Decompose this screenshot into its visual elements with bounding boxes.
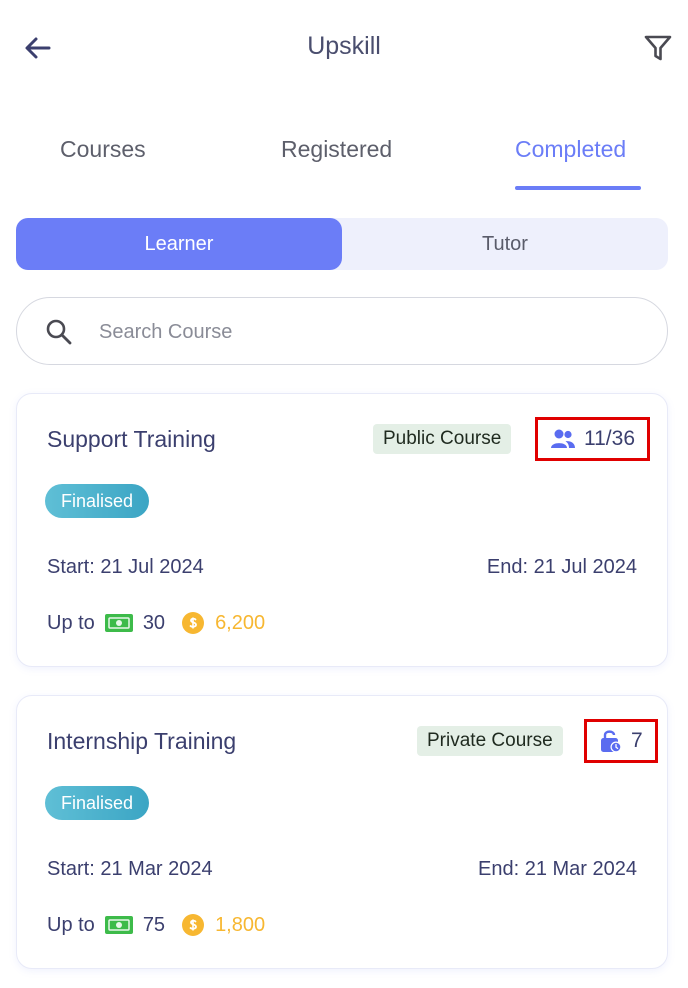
app-header: Upskill <box>0 0 688 100</box>
up-to-label: Up to <box>47 913 95 936</box>
reward-row: Up to 30 6,200 <box>47 608 265 638</box>
search-icon <box>46 319 72 345</box>
tab-bar: Courses Registered Completed <box>0 118 688 198</box>
coin-value: 6,200 <box>215 611 266 634</box>
cash-icon <box>104 916 133 934</box>
participant-count-value: 11/36 <box>584 427 635 450</box>
cash-icon <box>104 614 133 632</box>
start-date: Start: 21 Jul 2024 <box>47 556 204 578</box>
active-tab-indicator <box>515 186 641 190</box>
filter-icon <box>644 35 672 61</box>
tab-courses[interactable]: Courses <box>60 136 146 163</box>
segment-learner[interactable]: Learner <box>16 218 342 270</box>
users-icon <box>551 429 575 448</box>
course-type-badge: Private Course <box>417 726 563 756</box>
start-date: Start: 21 Mar 2024 <box>47 858 213 880</box>
course-type-badge: Public Course <box>373 424 512 454</box>
cash-value: 75 <box>142 913 166 936</box>
seat-count-value: 7 <box>631 729 643 752</box>
course-title: Internship Training <box>47 728 237 754</box>
role-segmented-control: Learner Tutor <box>16 218 668 270</box>
tab-completed[interactable]: Completed <box>515 136 626 163</box>
coin-icon <box>182 612 205 634</box>
participant-count: 11/36 <box>535 417 650 461</box>
seat-count: 7 <box>584 719 658 763</box>
page-title: Upskill <box>307 32 381 60</box>
segment-tutor[interactable]: Tutor <box>342 218 668 270</box>
coin-value: 1,800 <box>215 913 266 936</box>
search-input[interactable] <box>99 312 619 352</box>
lock-icon <box>601 730 622 753</box>
up-to-label: Up to <box>47 611 95 634</box>
course-title: Support Training <box>47 426 216 452</box>
coin-icon <box>182 914 205 936</box>
status-badge: Finalised <box>45 786 150 820</box>
status-badge: Finalised <box>45 484 150 518</box>
tab-registered[interactable]: Registered <box>281 136 392 163</box>
course-card[interactable]: Internship Training Private Course 7 Fin… <box>16 695 668 969</box>
search-bar <box>16 297 668 365</box>
cash-value: 30 <box>142 611 166 634</box>
reward-row: Up to 75 1,800 <box>47 910 265 940</box>
course-card[interactable]: Support Training Public Course 11/36 Fin… <box>16 393 668 667</box>
filter-button[interactable] <box>638 28 678 68</box>
end-date: End: 21 Mar 2024 <box>478 858 637 880</box>
end-date: End: 21 Jul 2024 <box>486 556 637 578</box>
